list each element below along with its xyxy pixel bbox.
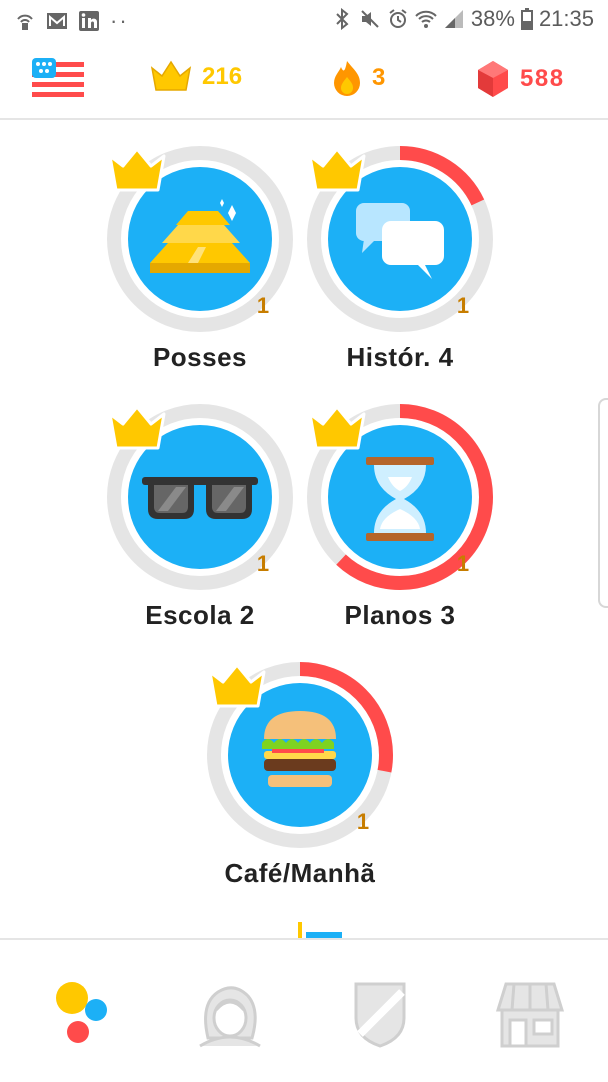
skill-label: Café/Manhã (224, 858, 376, 888)
crown-level: 1 (356, 809, 370, 834)
crown-level-badge-icon (108, 147, 166, 192)
top-stats-bar: 216 3 588 (0, 42, 608, 120)
skill-planos[interactable]: 1 Planos 3 (307, 404, 493, 631)
bluetooth-icon (336, 8, 349, 30)
crown-level-badge-icon (208, 663, 266, 708)
nav-learn[interactable] (40, 974, 120, 1054)
profile-icon (199, 986, 261, 1048)
shield-icon (354, 982, 406, 1048)
learn-icon (56, 982, 107, 1043)
crown-level: 1 (456, 293, 470, 318)
nav-profile[interactable] (190, 974, 270, 1054)
crown-icon (150, 60, 192, 91)
gems-count: 588 (520, 65, 565, 92)
skill-label: Histór. 4 (346, 342, 454, 372)
skill-cafe-manha[interactable]: 1 Café/Manhã (207, 662, 393, 889)
mute-icon (361, 10, 379, 28)
signal-icon (444, 10, 463, 28)
more-notifications-icon: ·· (110, 8, 129, 33)
edge-panel-handle[interactable] (598, 398, 608, 608)
skill-label: Escola 2 (145, 600, 255, 630)
crowns-count: 216 (202, 63, 243, 90)
us-flag-icon (32, 58, 84, 98)
bottom-navigation (0, 938, 608, 1082)
nav-shop[interactable] (490, 974, 570, 1054)
crowns-stat[interactable]: 216 (150, 60, 242, 94)
gem-icon (478, 61, 508, 97)
status-left-icons: ·· (14, 8, 129, 34)
battery-icon (520, 8, 533, 30)
streak-count: 3 (372, 64, 386, 91)
nav-leagues[interactable] (340, 974, 420, 1054)
crown-level-badge-icon (308, 405, 366, 450)
gems-stat[interactable]: 588 (476, 60, 565, 98)
streak-stat[interactable]: 3 (332, 60, 385, 96)
wifi-icon (415, 10, 437, 28)
clock-time: 21:35 (538, 6, 594, 31)
battery-percent: 38% (470, 6, 515, 31)
crown-level: 1 (256, 293, 270, 318)
skill-label: Posses (152, 342, 248, 372)
skill-escola[interactable]: 1 Escola 2 (107, 404, 293, 631)
crown-level: 1 (456, 551, 470, 576)
linkedin-icon (79, 11, 99, 31)
flame-icon (334, 61, 360, 96)
alarm-icon (389, 9, 407, 28)
crown-level-badge-icon (308, 147, 366, 192)
skill-posses[interactable]: 1 Posses (107, 146, 293, 373)
crown-level: 1 (256, 551, 270, 576)
mail-icon (47, 13, 67, 29)
hotspot-icon (17, 14, 33, 30)
shop-icon (495, 982, 565, 1048)
status-bar: ·· 38% 21:35 (0, 0, 608, 42)
status-right-icons: 38% 21:35 (331, 6, 594, 32)
language-flag-button[interactable] (32, 58, 84, 103)
skill-label: Planos 3 (344, 600, 456, 630)
next-skill-peek-icon (298, 922, 342, 938)
skill-historia[interactable]: 1 Histór. 4 (307, 146, 493, 373)
crown-level-badge-icon (108, 405, 166, 450)
